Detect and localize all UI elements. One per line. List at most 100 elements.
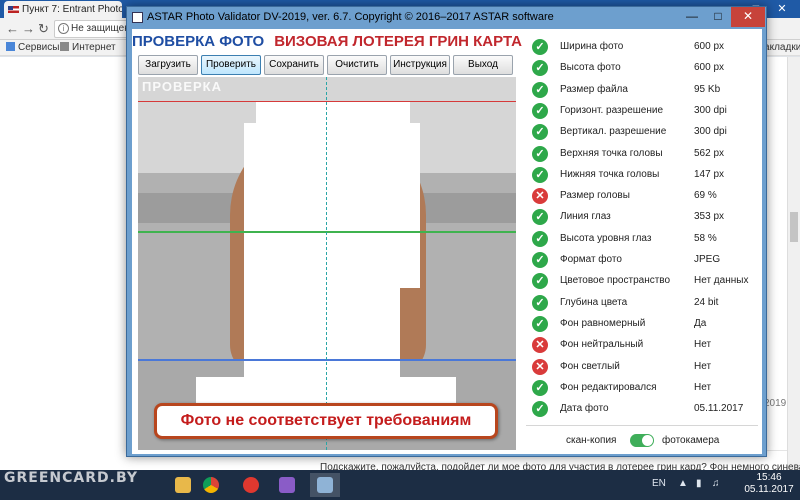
- result-row: ✓ Глубина цвета 24 bit: [528, 293, 758, 314]
- check-icon: ✓: [532, 294, 548, 311]
- bookmark-services[interactable]: Сервисы: [6, 42, 59, 53]
- result-label: Формат фото: [560, 254, 622, 265]
- bookmark-internet[interactable]: Интернет: [60, 42, 116, 53]
- head-top-guide-line: [138, 101, 516, 102]
- check-icon: ✓: [532, 209, 548, 226]
- check-icon: ✓: [532, 145, 548, 162]
- forward-icon[interactable]: →: [22, 21, 35, 36]
- result-row: ✓ Формат фото JPEG: [528, 250, 758, 271]
- redaction-block: [244, 123, 420, 288]
- verdict-banner: Фото не соответствует требованиям: [154, 403, 498, 439]
- taskbar-chrome[interactable]: [196, 473, 226, 497]
- result-row: ✓ Цветовое пространство Нет данных: [528, 271, 758, 292]
- result-row: ✕ Фон нейтральный Нет: [528, 335, 758, 356]
- result-label: Горизонт. разрешение: [560, 104, 664, 116]
- result-label: Вертикал. разрешение: [560, 126, 667, 138]
- clock-time: 15:46: [756, 472, 782, 483]
- check-icon: ✓: [532, 401, 548, 418]
- check-icon: ✓: [532, 273, 548, 290]
- redaction-block: [244, 287, 400, 377]
- check-button[interactable]: Проверить: [201, 55, 261, 75]
- window-title-bar[interactable]: ASTAR Photo Validator DV-2019, ver. 6.7.…: [127, 7, 766, 29]
- app-icon: [132, 12, 143, 23]
- camera-icon: [317, 477, 333, 493]
- photo-validator-window: ASTAR Photo Validator DV-2019, ver. 6.7.…: [126, 6, 767, 457]
- browser-tab[interactable]: Пункт 7: Entrant Photogr: [4, 1, 122, 18]
- us-flag-icon: [8, 6, 19, 13]
- check-icon: ✓: [532, 252, 548, 268]
- exit-button[interactable]: Выход: [453, 55, 513, 75]
- language-indicator[interactable]: EN: [652, 478, 666, 489]
- result-label: Фон светлый: [560, 360, 620, 372]
- result-value: JPEG: [694, 254, 721, 265]
- result-row: ✓ Дата фото 05.11.2017: [528, 399, 758, 420]
- result-label: Размер головы: [560, 190, 630, 202]
- clear-button[interactable]: Очистить: [327, 55, 387, 75]
- result-value: Нет: [694, 360, 712, 372]
- result-value: 300 dpi: [694, 126, 727, 138]
- mode-switch: скан-копия фотокамера: [528, 433, 758, 451]
- taskbar-visual-studio[interactable]: [272, 473, 302, 497]
- result-label: Ширина фото: [560, 41, 624, 52]
- scrollbar-thumb[interactable]: [790, 212, 798, 242]
- result-label: Фон равномерный: [560, 317, 646, 329]
- reload-icon[interactable]: ↻: [38, 21, 49, 37]
- page-scrollbar[interactable]: [787, 57, 800, 470]
- result-label: Размер файла: [560, 83, 628, 95]
- app-client-area: ПРОВЕРКА ФОТО ВИЗОВАЯ ЛОТЕРЕЯ ГРИН КАРТА …: [132, 29, 762, 454]
- title-check-photo: ПРОВЕРКА ФОТО: [132, 33, 265, 50]
- result-row: ✓ Верхняя точка головы 562 px: [528, 144, 758, 165]
- url-input[interactable]: i Не защищен: [54, 20, 128, 38]
- taskbar-photo-validator[interactable]: [310, 473, 340, 497]
- result-row: ✕ Размер головы 69 %: [528, 186, 758, 207]
- cross-icon: ✕: [532, 358, 548, 375]
- result-value: 95 Kb: [694, 83, 721, 95]
- photo-preview: ПРОВЕРКА Фото не соответствует требовани…: [138, 77, 516, 450]
- camera-mode-toggle[interactable]: [630, 434, 654, 447]
- apps-icon: [6, 42, 15, 51]
- page-title: ПРОВЕРКА ФОТО ВИЗОВАЯ ЛОТЕРЕЯ ГРИН КАРТА: [132, 33, 522, 50]
- page-icon: [60, 42, 69, 51]
- result-label: Цветовое пространство: [560, 275, 671, 287]
- tray-arrow-icon[interactable]: ▲: [678, 478, 688, 489]
- taskbar-opera[interactable]: [236, 473, 266, 497]
- load-button[interactable]: Загрузить: [138, 55, 198, 75]
- check-icon: ✓: [532, 379, 548, 396]
- result-label: Высота фото: [560, 62, 621, 74]
- minimize-button[interactable]: —: [679, 7, 705, 27]
- divider: [526, 425, 758, 426]
- watermark: GREENCARD.BY: [4, 470, 138, 486]
- cross-icon: ✕: [532, 188, 548, 205]
- result-value: 147 px: [694, 168, 725, 180]
- close-button[interactable]: ✕: [731, 7, 765, 27]
- taskbar-explorer[interactable]: [168, 473, 198, 497]
- result-value: 58 %: [694, 232, 717, 244]
- check-icon: ✓: [532, 124, 548, 141]
- result-row: ✕ Фон светлый Нет: [528, 357, 758, 378]
- result-value: 600 px: [694, 41, 725, 52]
- result-value: Нет данных: [694, 275, 749, 287]
- back-icon[interactable]: ←: [6, 21, 19, 36]
- instructions-button[interactable]: Инструкция: [390, 55, 450, 75]
- result-value: 05.11.2017: [694, 403, 744, 415]
- check-icon: ✓: [532, 81, 548, 98]
- title-green-card: ВИЗОВАЯ ЛОТЕРЕЯ ГРИН КАРТА: [274, 33, 522, 50]
- check-icon: ✓: [532, 60, 548, 77]
- maximize-button[interactable]: □: [705, 7, 731, 27]
- result-row: ✓ Вертикал. разрешение 300 dpi: [528, 122, 758, 143]
- result-value: 600 px: [694, 62, 725, 74]
- result-row: ✓ Горизонт. разрешение 300 dpi: [528, 101, 758, 122]
- result-value: 24 bit: [694, 296, 719, 308]
- result-row: ✓ Высота уровня глаз 58 %: [528, 229, 758, 250]
- system-clock[interactable]: 15:46 05.11.2017: [744, 472, 794, 496]
- save-button[interactable]: Сохранить: [264, 55, 324, 75]
- check-icon: ✓: [532, 166, 548, 183]
- volume-icon[interactable]: ♫: [712, 478, 720, 489]
- browser-close-icon[interactable]: ✕: [770, 0, 794, 18]
- network-icon[interactable]: ▮: [696, 478, 702, 489]
- result-row: ✓ Нижняя точка головы 147 px: [528, 165, 758, 186]
- result-value: Нет: [694, 381, 712, 393]
- folder-icon: [175, 477, 191, 493]
- browser-tab-title: Пункт 7: Entrant Photogr: [22, 4, 122, 15]
- result-label: Верхняя точка головы: [560, 147, 663, 159]
